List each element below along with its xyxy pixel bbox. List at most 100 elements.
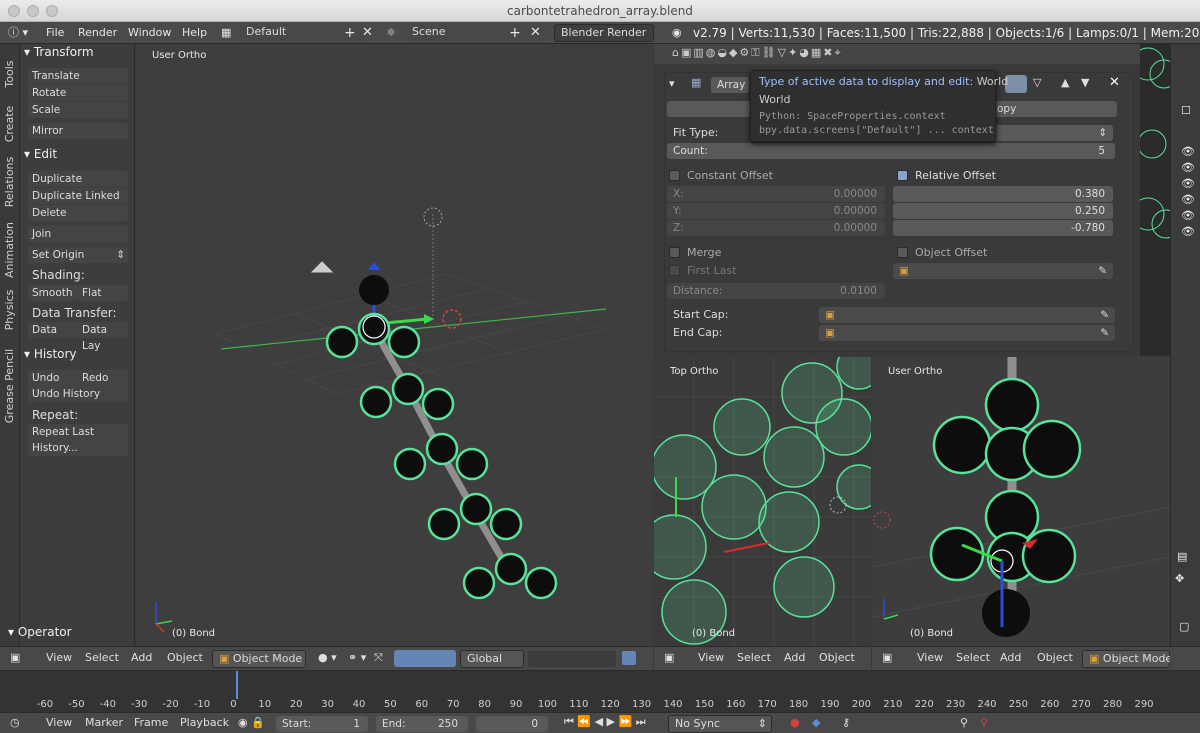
manipulator-toggle-icon[interactable]: ⤧ bbox=[374, 651, 383, 665]
transform-manipulator-buttons[interactable] bbox=[394, 650, 456, 667]
user-mode-dropdown[interactable]: ▣ Object Mode bbox=[1082, 650, 1172, 668]
panel-operator-header[interactable]: ▾ Operator bbox=[8, 624, 116, 641]
merge-checkbox[interactable] bbox=[669, 247, 680, 258]
undo-button[interactable]: Undo bbox=[28, 370, 78, 386]
main-select-menu[interactable]: Select bbox=[85, 651, 119, 664]
outliner-strip[interactable] bbox=[1131, 44, 1181, 356]
end-frame-field[interactable]: End: 250 bbox=[376, 716, 468, 732]
menu-render[interactable]: Render bbox=[78, 25, 117, 41]
set-origin-dropdown[interactable]: Set Origin ⇕ bbox=[28, 247, 128, 263]
scene-selector[interactable]: Scene bbox=[406, 24, 546, 42]
editor-type-3d-icon[interactable]: ▣ bbox=[10, 651, 20, 664]
duplicate-linked-button[interactable]: Duplicate Linked bbox=[28, 188, 128, 204]
timeline-view-menu[interactable]: View bbox=[46, 716, 72, 729]
menu-window[interactable]: Window bbox=[128, 25, 171, 41]
redo-button[interactable]: Redo bbox=[78, 370, 128, 386]
layer-buttons[interactable] bbox=[528, 651, 616, 667]
insert-key-icon[interactable]: ⚲ bbox=[960, 716, 968, 729]
panel-history-header[interactable]: ▾ History bbox=[24, 346, 132, 363]
menu-help[interactable]: Help bbox=[182, 25, 207, 41]
modifier-name-field[interactable]: Array bbox=[711, 77, 749, 93]
panel-edit-header[interactable]: ▾ Edit bbox=[24, 146, 132, 163]
user-view-menu[interactable]: View bbox=[917, 651, 943, 664]
undo-history-button[interactable]: Undo History bbox=[28, 386, 128, 402]
orientation-dropdown[interactable]: Global bbox=[460, 650, 524, 668]
keying-icon[interactable]: ◉ 🔒 bbox=[238, 716, 265, 729]
scale-button[interactable]: Scale bbox=[28, 102, 128, 118]
add-layout-icon[interactable]: + bbox=[344, 25, 356, 41]
user-ortho-viewport[interactable]: User Ortho (0) Bond bbox=[872, 357, 1170, 646]
pivot-point-icon[interactable]: ⚭ ▾ bbox=[348, 651, 366, 664]
move-down-icon[interactable]: ▼ bbox=[1081, 76, 1089, 89]
timeline-playback-menu[interactable]: Playback bbox=[180, 716, 229, 729]
join-button[interactable]: Join bbox=[28, 226, 128, 242]
data-transfer-button[interactable]: Data bbox=[28, 322, 78, 338]
remove-modifier-icon[interactable]: ✕ bbox=[1109, 75, 1120, 90]
first-last-checkbox[interactable] bbox=[669, 265, 680, 276]
rel-z-field[interactable]: -0.780 bbox=[893, 220, 1113, 236]
tab-grease-pencil[interactable]: Grease Pencil bbox=[0, 340, 20, 432]
timeline-area[interactable]: -60 -50 -40 -30 -20 -10 0 10 20 30 40 50 60 70 80 90 100… bbox=[0, 670, 1200, 712]
start-frame-field[interactable]: Start: 1 bbox=[276, 716, 368, 732]
minimize-window-button[interactable] bbox=[27, 5, 39, 17]
timeline-marker-menu[interactable]: Marker bbox=[85, 716, 123, 729]
smooth-button[interactable]: Smooth bbox=[28, 285, 78, 301]
user-add-menu[interactable]: Add bbox=[1000, 651, 1021, 664]
playhead[interactable] bbox=[235, 671, 238, 699]
record-icon[interactable]: ● bbox=[790, 716, 800, 729]
rel-y-field[interactable]: 0.250 bbox=[893, 203, 1113, 219]
display-modifier-toggle[interactable] bbox=[1005, 75, 1027, 93]
const-x-field[interactable]: X: 0.00000 bbox=[667, 186, 885, 202]
main-mode-dropdown[interactable]: ▣ Object Mode bbox=[212, 650, 306, 668]
delete-key-icon[interactable]: ⚲ bbox=[980, 716, 988, 729]
collapse-modifier-icon[interactable]: ▾ bbox=[669, 77, 675, 90]
translate-button[interactable]: Translate bbox=[28, 68, 128, 84]
top-view-menu[interactable]: View bbox=[698, 651, 724, 664]
count-field[interactable]: Count: 5 bbox=[667, 143, 1115, 159]
rotate-button[interactable]: Rotate bbox=[28, 85, 128, 101]
panel-toggle-icon[interactable]: ▤ bbox=[1177, 550, 1187, 563]
sync-dropdown[interactable]: No Sync ⇕ bbox=[668, 715, 772, 733]
panel-transform-header[interactable]: ▾ Transform bbox=[24, 44, 132, 61]
mirror-button[interactable]: Mirror bbox=[28, 123, 128, 139]
keyframe-insert-icon[interactable]: ⚷ bbox=[842, 716, 850, 729]
manipulator-icon[interactable]: ✥ bbox=[1175, 572, 1184, 585]
restrict-visibility-icon[interactable]: ☐ bbox=[1181, 104, 1191, 117]
top-add-menu[interactable]: Add bbox=[784, 651, 805, 664]
rel-x-field[interactable]: 0.380 bbox=[893, 186, 1113, 202]
start-cap-field[interactable]: ▣ ✎ bbox=[819, 307, 1115, 323]
main-object-menu[interactable]: Object bbox=[167, 651, 203, 664]
close-window-button[interactable] bbox=[8, 5, 20, 17]
main-3d-viewport[interactable]: User Ortho (0) Bond bbox=[136, 44, 653, 646]
offset-object-field[interactable]: ▣ ✎ bbox=[893, 263, 1113, 279]
editmode-toggle-icon[interactable]: ▽ bbox=[1033, 76, 1041, 89]
distance-field[interactable]: Distance: 0.0100 bbox=[667, 283, 885, 299]
add-scene-icon[interactable]: + bbox=[509, 25, 521, 41]
history-menu-button[interactable]: History... bbox=[28, 440, 128, 456]
move-up-icon[interactable]: ▲ bbox=[1061, 76, 1069, 89]
top-object-menu[interactable]: Object bbox=[819, 651, 855, 664]
flat-button[interactable]: Flat bbox=[78, 285, 128, 301]
user-object-menu[interactable]: Object bbox=[1037, 651, 1073, 664]
data-layout-button[interactable]: Data Lay bbox=[78, 322, 128, 352]
current-frame-field[interactable]: 0 bbox=[476, 716, 548, 732]
keying-set-icon[interactable]: ◆ bbox=[812, 716, 820, 729]
object-offset-checkbox[interactable] bbox=[897, 247, 908, 258]
constant-offset-checkbox[interactable] bbox=[669, 170, 680, 181]
const-z-field[interactable]: Z: 0.00000 bbox=[667, 220, 885, 236]
zoom-window-button[interactable] bbox=[46, 5, 58, 17]
menu-file[interactable]: File bbox=[46, 25, 64, 41]
timeline-frame-menu[interactable]: Frame bbox=[134, 716, 168, 729]
timeline-editor-icon[interactable]: ◷ bbox=[10, 716, 20, 729]
layout-grid-icon[interactable]: ▦ bbox=[221, 25, 231, 41]
repeat-last-button[interactable]: Repeat Last bbox=[28, 424, 128, 440]
const-y-field[interactable]: Y: 0.00000 bbox=[667, 203, 885, 219]
top-select-menu[interactable]: Select bbox=[737, 651, 771, 664]
delete-button[interactable]: Delete bbox=[28, 205, 128, 221]
remove-scene-icon[interactable]: ✕ bbox=[530, 25, 541, 41]
context-tab-icons[interactable]: ⌂▣▥◍◒◆⚙⚿⛓▽✦◕▦✖⌖ bbox=[672, 46, 843, 60]
editor-type-3d-icon-3[interactable]: ▣ bbox=[882, 651, 892, 664]
remove-layout-icon[interactable]: ✕ bbox=[362, 25, 373, 41]
main-view-menu[interactable]: View bbox=[46, 651, 72, 664]
editor-type-3d-icon-2[interactable]: ▣ bbox=[664, 651, 674, 664]
